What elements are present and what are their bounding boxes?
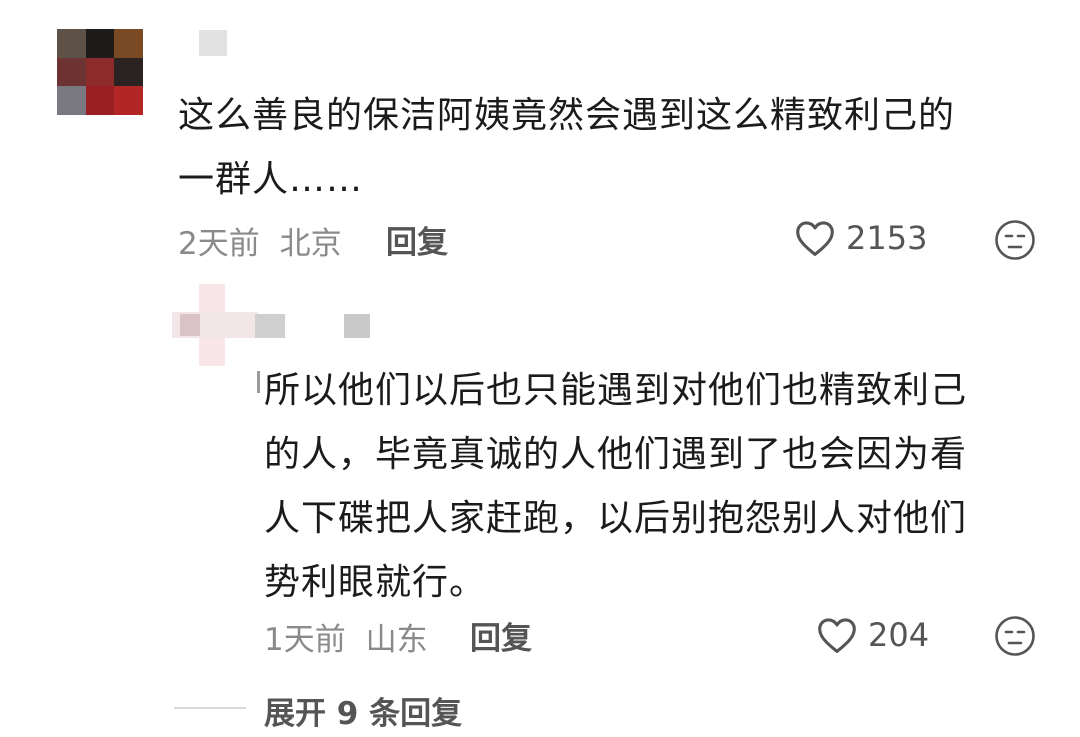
comment-text-line: 这么善良的保洁阿姨竟然会遇到这么精致利己的 xyxy=(178,95,956,136)
reply-quote-mark xyxy=(257,371,260,393)
reply-text-line: 所以他们以后也只能遇到对他们也精致利己 xyxy=(264,370,968,411)
comment-text: 这么善良的保洁阿姨竟然会遇到这么精致利己的 一群人…… xyxy=(178,84,1038,212)
reply-reply-button[interactable]: 回复 xyxy=(470,613,532,658)
unamused-face-icon[interactable] xyxy=(994,219,1036,261)
reply-text-line: 人下碟把人家赶跑，以后别抱怨别人对他们 xyxy=(264,498,968,539)
unamused-face-icon[interactable] xyxy=(994,615,1036,657)
comment-text-line: 一群人…… xyxy=(178,159,364,200)
expand-replies-divider xyxy=(174,707,246,709)
comment-location: 北京 xyxy=(279,226,342,262)
reply-meta: 1天前 山东 xyxy=(264,614,428,659)
heart-outline-icon xyxy=(796,221,834,256)
comment-meta: 2天前 北京 xyxy=(178,218,342,263)
commenter-avatar[interactable] xyxy=(57,29,143,115)
reply-text-line: 的人，毕竟真诚的人他们遇到了也会因为看 xyxy=(264,434,968,475)
reply-text-line: 势利眼就行。 xyxy=(264,562,487,603)
reply-like-button[interactable]: 204 xyxy=(816,616,929,654)
like-count: 2153 xyxy=(846,219,928,257)
reply-time: 1天前 xyxy=(264,622,346,658)
expand-replies-button[interactable]: 展开 9 条回复 xyxy=(264,688,462,733)
like-button[interactable]: 2153 xyxy=(794,219,927,257)
reply-location: 山东 xyxy=(365,622,428,658)
heart-outline-icon xyxy=(818,618,856,653)
reply-text: 所以他们以后也只能遇到对他们也精致利己 的人，毕竟真诚的人他们遇到了也会因为看 … xyxy=(264,359,1044,615)
comment-time: 2天前 xyxy=(178,226,260,262)
reply-button[interactable]: 回复 xyxy=(386,217,448,262)
commenter-username[interactable] xyxy=(199,30,227,56)
reply-like-count: 204 xyxy=(868,616,930,654)
